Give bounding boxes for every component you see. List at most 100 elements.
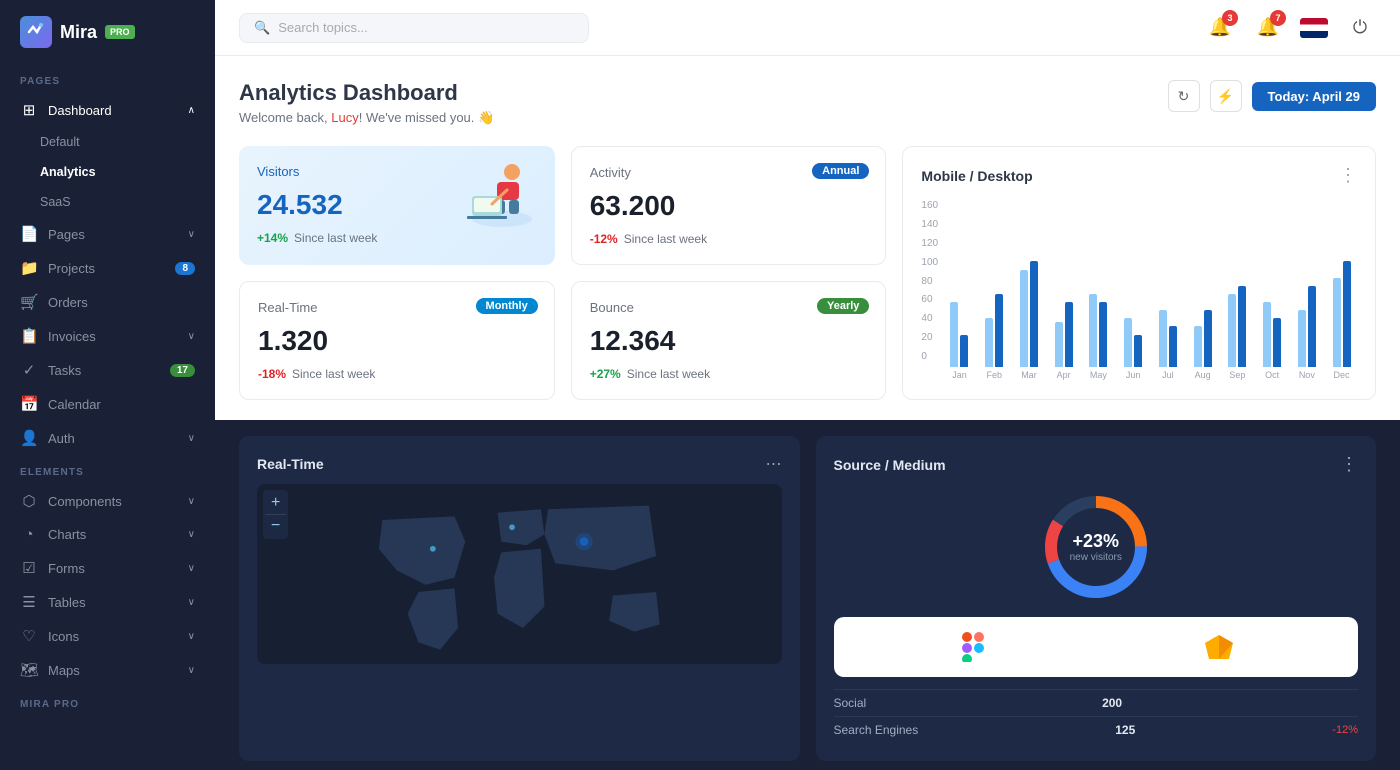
desktop-bar: [960, 335, 968, 368]
map-header: Real-Time ⋯: [257, 454, 782, 474]
source-change: -12%: [1332, 724, 1358, 736]
source-value: 125: [1115, 723, 1135, 737]
x-label-mar: Mar: [1014, 367, 1045, 380]
alerts-button[interactable]: 🔔 7: [1252, 12, 1284, 44]
desktop-bar: [1169, 326, 1177, 367]
activity-card: Annual Activity 63.200 -12% Since last w…: [571, 146, 887, 265]
sidebar-item-label: Icons: [48, 629, 79, 644]
desktop-bar: [1308, 286, 1316, 367]
desktop-bar: [1134, 335, 1142, 368]
search-box[interactable]: 🔍 Search topics...: [239, 13, 589, 43]
sidebar-item-projects[interactable]: 📁 Projects 8: [0, 251, 215, 285]
sidebar-item-pages[interactable]: 📄 Pages ∨: [0, 217, 215, 251]
subtitle-suffix: ! We've missed you. 👋: [359, 110, 494, 125]
visitors-footer: +14% Since last week: [257, 231, 537, 245]
notifications-button[interactable]: 🔔 3: [1204, 12, 1236, 44]
chevron-icon: ∨: [188, 496, 195, 507]
logo[interactable]: Mira PRO: [0, 0, 215, 64]
x-axis-labels: JanFebMarAprMayJunJulAugSepOctNovDec: [944, 367, 1357, 380]
app-name: Mira: [60, 22, 97, 43]
source-menu-icon[interactable]: ⋮: [1340, 454, 1358, 475]
zoom-in-button[interactable]: +: [265, 492, 286, 515]
bounce-change-label: Since last week: [627, 367, 710, 381]
user-name: Lucy: [331, 110, 358, 125]
icons-icon: ♡: [20, 627, 38, 645]
sidebar-item-tables[interactable]: ☰ Tables ∨: [0, 585, 215, 619]
sidebar-item-maps[interactable]: 🗺 Maps ∨: [0, 653, 215, 687]
x-label-nov: Nov: [1291, 367, 1322, 380]
projects-badge: 8: [175, 262, 195, 275]
invoices-icon: 📋: [20, 327, 38, 345]
orders-icon: 🛒: [20, 293, 38, 311]
sidebar-item-label: Auth: [48, 431, 75, 446]
mobile-bar: [1089, 294, 1097, 367]
sidebar-item-dashboard[interactable]: ⊞ Dashboard ∧: [0, 93, 215, 127]
desktop-bar: [1238, 286, 1246, 367]
language-flag[interactable]: [1300, 18, 1328, 38]
activity-change: -12%: [590, 232, 618, 246]
realtime-map-card: Real-Time ⋯ + −: [239, 436, 800, 761]
bar-group-jan: [944, 302, 975, 367]
mobile-bar: [1228, 294, 1236, 367]
chevron-icon: ∧: [188, 105, 195, 116]
chevron-icon: ∨: [188, 631, 195, 642]
map-title: Real-Time: [257, 456, 324, 472]
desktop-bar: [1273, 318, 1281, 367]
realtime-value: 1.320: [258, 325, 536, 357]
mobile-bar: [1298, 310, 1306, 367]
source-row-social: Social 200: [834, 689, 1359, 716]
map-controls: + −: [263, 490, 288, 539]
bar-group-oct: [1257, 302, 1288, 367]
tasks-badge: 17: [170, 364, 195, 377]
sidebar-item-auth[interactable]: 👤 Auth ∨: [0, 421, 215, 455]
bar-group-jun: [1118, 318, 1149, 367]
sidebar-item-label: Maps: [48, 663, 80, 678]
sidebar-item-default[interactable]: Default: [0, 127, 215, 157]
sidebar-item-tasks[interactable]: ✓ Tasks 17: [0, 353, 215, 387]
sidebar-item-icons[interactable]: ♡ Icons ∨: [0, 619, 215, 653]
filter-icon: ⚡: [1217, 88, 1234, 105]
chart-header: Mobile / Desktop ⋮: [921, 165, 1357, 186]
map-menu-icon[interactable]: ⋯: [766, 454, 782, 474]
topbar-right: 🔔 3 🔔 7 ⏻: [1204, 12, 1376, 44]
page-title: Analytics Dashboard: [239, 80, 494, 106]
source-medium-card: Source / Medium ⋮: [816, 436, 1377, 761]
bottom-section: Real-Time ⋯ + −: [215, 420, 1400, 770]
today-button[interactable]: Today: April 29: [1252, 82, 1376, 111]
search-placeholder: Search topics...: [278, 20, 368, 35]
chevron-icon: ∨: [188, 563, 195, 574]
donut-center: +23% new visitors: [1070, 531, 1122, 563]
sidebar-item-forms[interactable]: ☑ Forms ∨: [0, 551, 215, 585]
calendar-icon: 📅: [20, 395, 38, 413]
visitors-realtime-col: Visitors 24.532 +14% Since last week: [239, 146, 555, 400]
source-row-search: Search Engines 125 -12%: [834, 716, 1359, 743]
section-pages: PAGES: [0, 64, 215, 93]
zoom-out-button[interactable]: −: [265, 515, 286, 537]
refresh-button[interactable]: ↻: [1168, 80, 1200, 112]
main-content: 🔍 Search topics... 🔔 3 🔔 7 ⏻ Analytics D: [215, 0, 1400, 770]
sidebar-item-calendar[interactable]: 📅 Calendar: [0, 387, 215, 421]
sidebar-item-orders[interactable]: 🛒 Orders: [0, 285, 215, 319]
sidebar-item-label: Forms: [48, 561, 85, 576]
power-button[interactable]: ⏻: [1344, 12, 1376, 44]
bar-group-may: [1083, 294, 1114, 367]
sidebar-item-label: SaaS: [40, 195, 71, 209]
bar-group-dec: [1326, 261, 1357, 367]
sidebar-item-invoices[interactable]: 📋 Invoices ∨: [0, 319, 215, 353]
filter-button[interactable]: ⚡: [1210, 80, 1242, 112]
sidebar-item-charts[interactable]: ◔ Charts ∨: [0, 518, 215, 551]
chart-title: Mobile / Desktop: [921, 168, 1032, 184]
chart-menu-icon[interactable]: ⋮: [1339, 165, 1357, 186]
x-label-sep: Sep: [1222, 367, 1253, 380]
bounce-badge: Yearly: [817, 298, 869, 314]
sidebar-item-analytics[interactable]: Analytics: [0, 157, 215, 187]
visitor-illustration: [457, 154, 547, 229]
alerts-badge: 7: [1270, 10, 1286, 26]
sidebar-item-saas[interactable]: SaaS: [0, 187, 215, 217]
tables-icon: ☰: [20, 593, 38, 611]
refresh-icon: ↻: [1178, 88, 1190, 105]
bars-area: [944, 200, 1357, 367]
realtime-footer: -18% Since last week: [258, 367, 536, 381]
projects-icon: 📁: [20, 259, 38, 277]
sidebar-item-components[interactable]: ⬡ Components ∨: [0, 484, 215, 518]
